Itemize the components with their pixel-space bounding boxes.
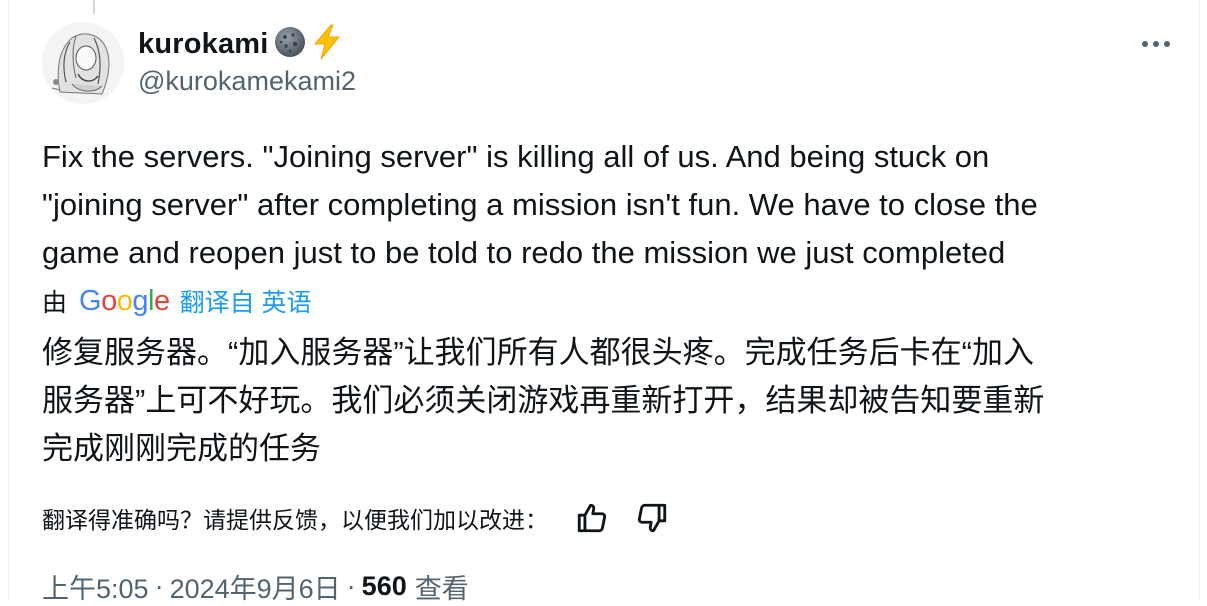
left-divider [8,0,9,601]
thumbs-up-button[interactable] [570,496,614,540]
google-logo: Google [79,284,170,317]
thread-connector-line [93,0,95,14]
avatar[interactable] [42,22,124,104]
avatar-illustration-icon [42,22,124,104]
views-count: 560 [361,570,407,601]
more-dots-icon [1142,41,1170,47]
translated-from-link[interactable]: 翻译自 英语 [180,283,312,319]
tweet-meta-row: 上午5:05 · 2024年9月6日 · 560 查看 [42,566,469,606]
thumbs-down-icon [637,503,667,533]
translation-feedback-row: 翻译得准确吗？请提供反馈，以便我们加以改进： [42,496,690,540]
author-display-name[interactable]: kurokami [138,28,269,61]
feedback-prompt: 翻译得准确吗？请提供反馈，以便我们加以改进： [42,507,548,533]
translation-attribution: 由 Google 翻译自 英语 [42,280,312,322]
thumbs-down-button[interactable] [630,496,674,540]
author-handle[interactable]: @kurokamekami2 [138,66,356,97]
sphere-badge-icon [273,25,307,64]
translated-text: 修复服务器。“加入服务器”让我们所有人都很头疼。完成任务后卡在“加入 服务器”上… [42,335,1045,466]
meta-separator: · [154,570,164,601]
views-label: 查看 [414,573,469,604]
lightning-emoji-icon [311,24,343,65]
more-options-button[interactable] [1134,26,1178,62]
tweet-time[interactable]: 上午5:05 [42,567,149,606]
thumbs-up-icon [577,503,607,533]
author-name-row: kurokami [138,22,343,66]
right-divider [1199,0,1200,601]
tweet-date[interactable]: 2024年9月6日 [170,567,341,606]
translated-by-label: 由 [42,289,68,317]
meta-separator: · [346,570,356,601]
tweet-text: Fix the servers. "Joining server" is kil… [42,139,1038,270]
